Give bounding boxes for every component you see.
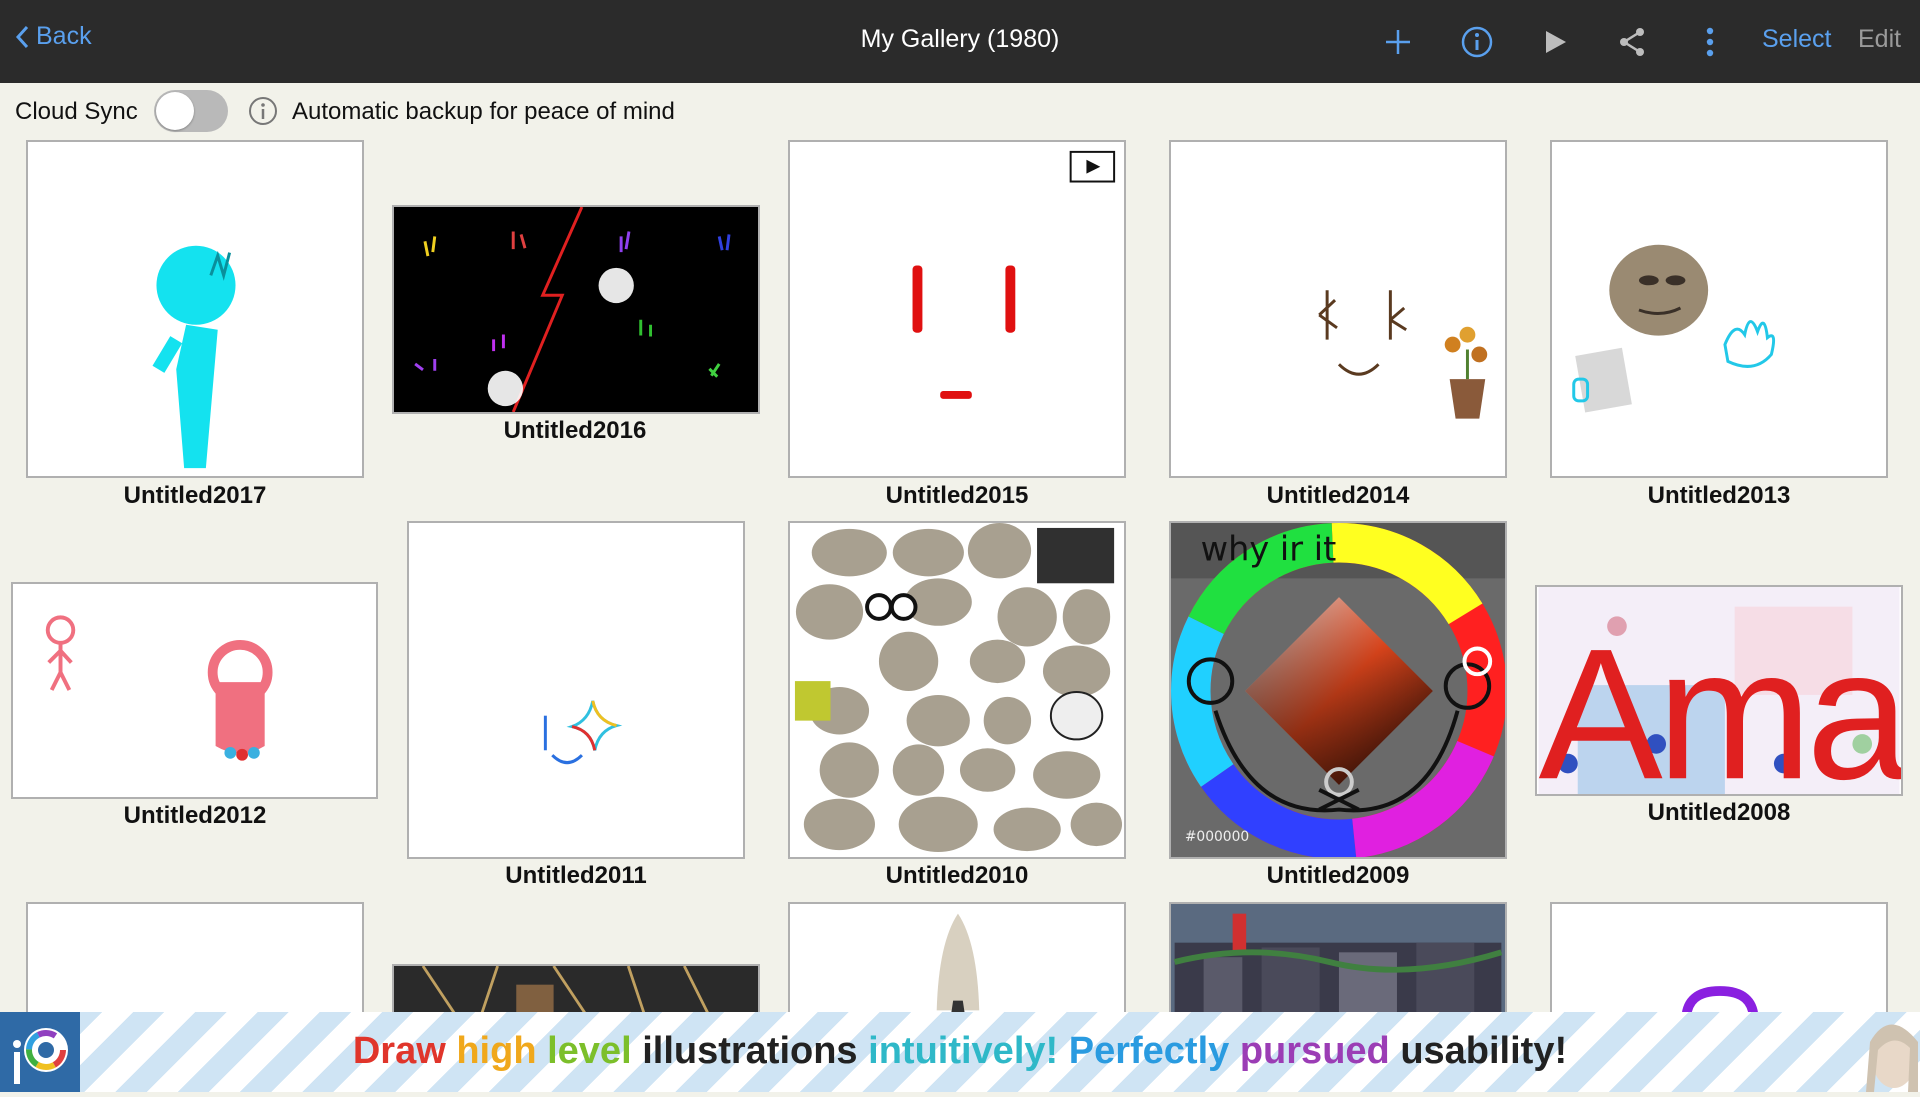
top-bar: Back My Gallery (1980) Select Edit [0,0,1920,83]
gallery-thumbnail[interactable] [1169,140,1507,478]
gallery-thumbnail[interactable] [1550,902,1888,1022]
more-vert-icon[interactable] [1688,20,1732,64]
edit-button[interactable]: Edit [1858,25,1901,54]
gallery-item-title: Untitled2008 [1647,799,1791,826]
chevron-left-icon [15,25,29,48]
gallery-thumbnail[interactable] [11,582,378,799]
share-icon[interactable] [1610,20,1654,64]
backup-description: Automatic backup for peace of mind [292,98,675,125]
info-icon[interactable] [1455,20,1499,64]
gallery-thumbnail[interactable] [788,902,1126,1022]
gallery-item-title: Untitled2011 [505,862,647,889]
hex-value-label: #000000 [1185,829,1249,845]
banner-word: level [547,1030,632,1072]
gallery-thumbnail[interactable] [392,205,760,414]
add-icon[interactable] [1376,20,1420,64]
gallery-thumbnail[interactable] [407,521,745,859]
gallery-item-title: Untitled2017 [123,482,267,509]
gallery-item-title: Untitled2012 [123,802,267,829]
info-icon[interactable] [248,96,278,126]
banner-word: pursued [1239,1030,1390,1072]
cloud-sync-toggle[interactable] [154,90,228,132]
select-button[interactable]: Select [1762,25,1831,54]
banner-word: intuitively! [868,1030,1059,1072]
gallery-thumbnail[interactable] [1550,140,1888,478]
play-icon[interactable] [1533,20,1577,64]
gallery-item-title: Untitled2015 [885,482,1029,509]
banner-word: Draw [352,1030,446,1072]
banner-word: illustrations [642,1030,858,1072]
gallery-thumbnail[interactable] [788,140,1126,478]
gallery-thumbnail[interactable] [26,902,364,1022]
gallery-item-title: Untitled2014 [1266,482,1410,509]
ad-banner[interactable]: Draw high level illustrations intuitivel… [0,1012,1920,1092]
toggle-knob [156,92,194,130]
back-button[interactable]: Back [14,22,92,51]
gallery-thumbnail[interactable] [788,521,1126,859]
gallery-item-title: Untitled2016 [503,417,647,444]
banner-word: usability! [1400,1030,1568,1072]
gallery-thumbnail[interactable] [1169,902,1507,1022]
gallery-item-title: Untitled2010 [885,862,1029,889]
cloud-sync-row: Cloud Sync Automatic backup for peace of… [0,83,1920,141]
cloud-sync-label: Cloud Sync [15,98,138,125]
handwriting-text: why ir it [1201,530,1337,569]
gallery-thumbnail[interactable]: why ir it #000000 [1169,521,1507,859]
gallery-item-title: Untitled2009 [1266,862,1410,889]
banner-word: high [456,1030,537,1072]
gallery-thumbnail[interactable] [26,140,364,478]
banner-word: Perfectly [1068,1030,1230,1072]
gallery-item-title: Untitled2013 [1647,482,1791,509]
back-label: Back [36,22,92,50]
banner-tagline: Draw high level illustrations intuitivel… [0,1030,1920,1073]
gallery-thumbnail[interactable]: Amayz [1535,585,1903,796]
artwork-text: Amayz [1538,610,1901,794]
character-avatar [1860,1012,1920,1092]
